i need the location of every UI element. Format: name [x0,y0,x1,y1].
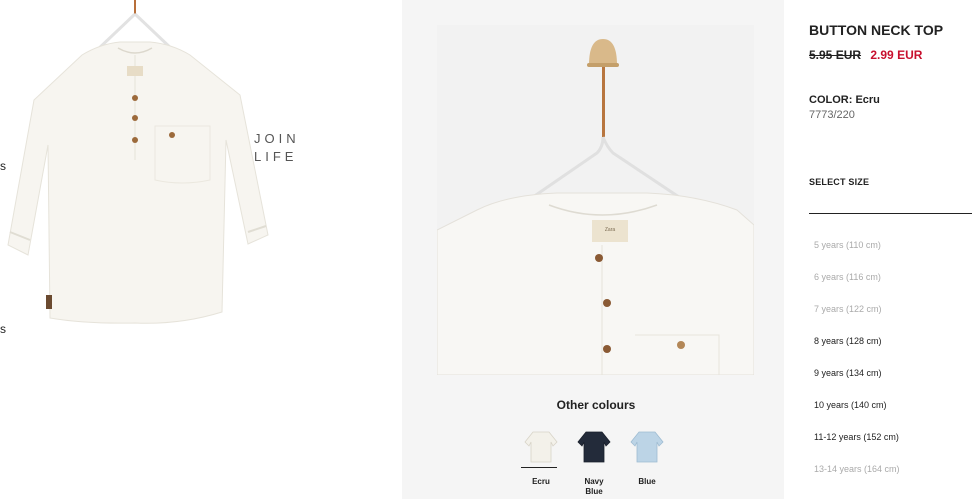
svg-text:Zara: Zara [605,227,616,233]
price-block: 5.95 EUR 2.99 EUR [809,48,922,62]
swatch-label: Blue [638,477,656,486]
size-option[interactable]: 13-14 years (164 cm) [814,464,900,496]
other-colours-title: Other colours [556,398,636,412]
edge-text-fragment: s [0,159,6,173]
join-life-line1: JOIN [254,131,300,146]
product-title: BUTTON NECK TOP [809,22,944,38]
swatch-ecru[interactable]: Ecru [521,428,561,487]
swatch-blue[interactable]: Blue [627,428,667,487]
ecru-shirt-thumbnail [524,431,558,463]
detail-shirt-illustration: Zara [437,25,754,375]
product-info-panel: BUTTON NECK TOP 5.95 EUR 2.99 EUR COLOR:… [809,0,972,499]
size-list: 5 years (110 cm) 6 years (116 cm) 7 year… [814,240,900,496]
join-life-badge: JOIN LIFE [254,130,300,166]
edge-text-fragment: s [0,322,6,336]
size-divider [809,213,972,214]
product-reference: 7773/220 [809,109,855,121]
join-life-line2: LIFE [254,149,298,164]
size-option[interactable]: 5 years (110 cm) [814,240,900,272]
size-option[interactable]: 9 years (134 cm) [814,368,900,400]
sale-price: 2.99 EUR [870,48,923,62]
swatch-label: Navy Blue [584,477,604,496]
detail-product-image[interactable]: Zara [437,25,754,375]
selected-underline [521,467,557,468]
swatch-navy-blue[interactable]: Navy Blue [574,428,614,497]
main-shirt-illustration [7,0,269,324]
blue-shirt-thumbnail [630,431,664,463]
size-option[interactable]: 6 years (116 cm) [814,272,900,304]
size-option[interactable]: 10 years (140 cm) [814,400,900,432]
select-size-label: SELECT SIZE [809,177,870,187]
old-price: 5.95 EUR [809,48,862,62]
size-option[interactable]: 8 years (128 cm) [814,336,900,368]
main-product-image[interactable]: s s JOIN LIFE [0,0,402,499]
color-label: COLOR: Ecru [809,94,880,106]
navy-shirt-thumbnail [577,431,611,463]
size-option[interactable]: 11-12 years (152 cm) [814,432,900,464]
size-option[interactable]: 7 years (122 cm) [814,304,900,336]
swatch-label: Ecru [532,477,550,486]
